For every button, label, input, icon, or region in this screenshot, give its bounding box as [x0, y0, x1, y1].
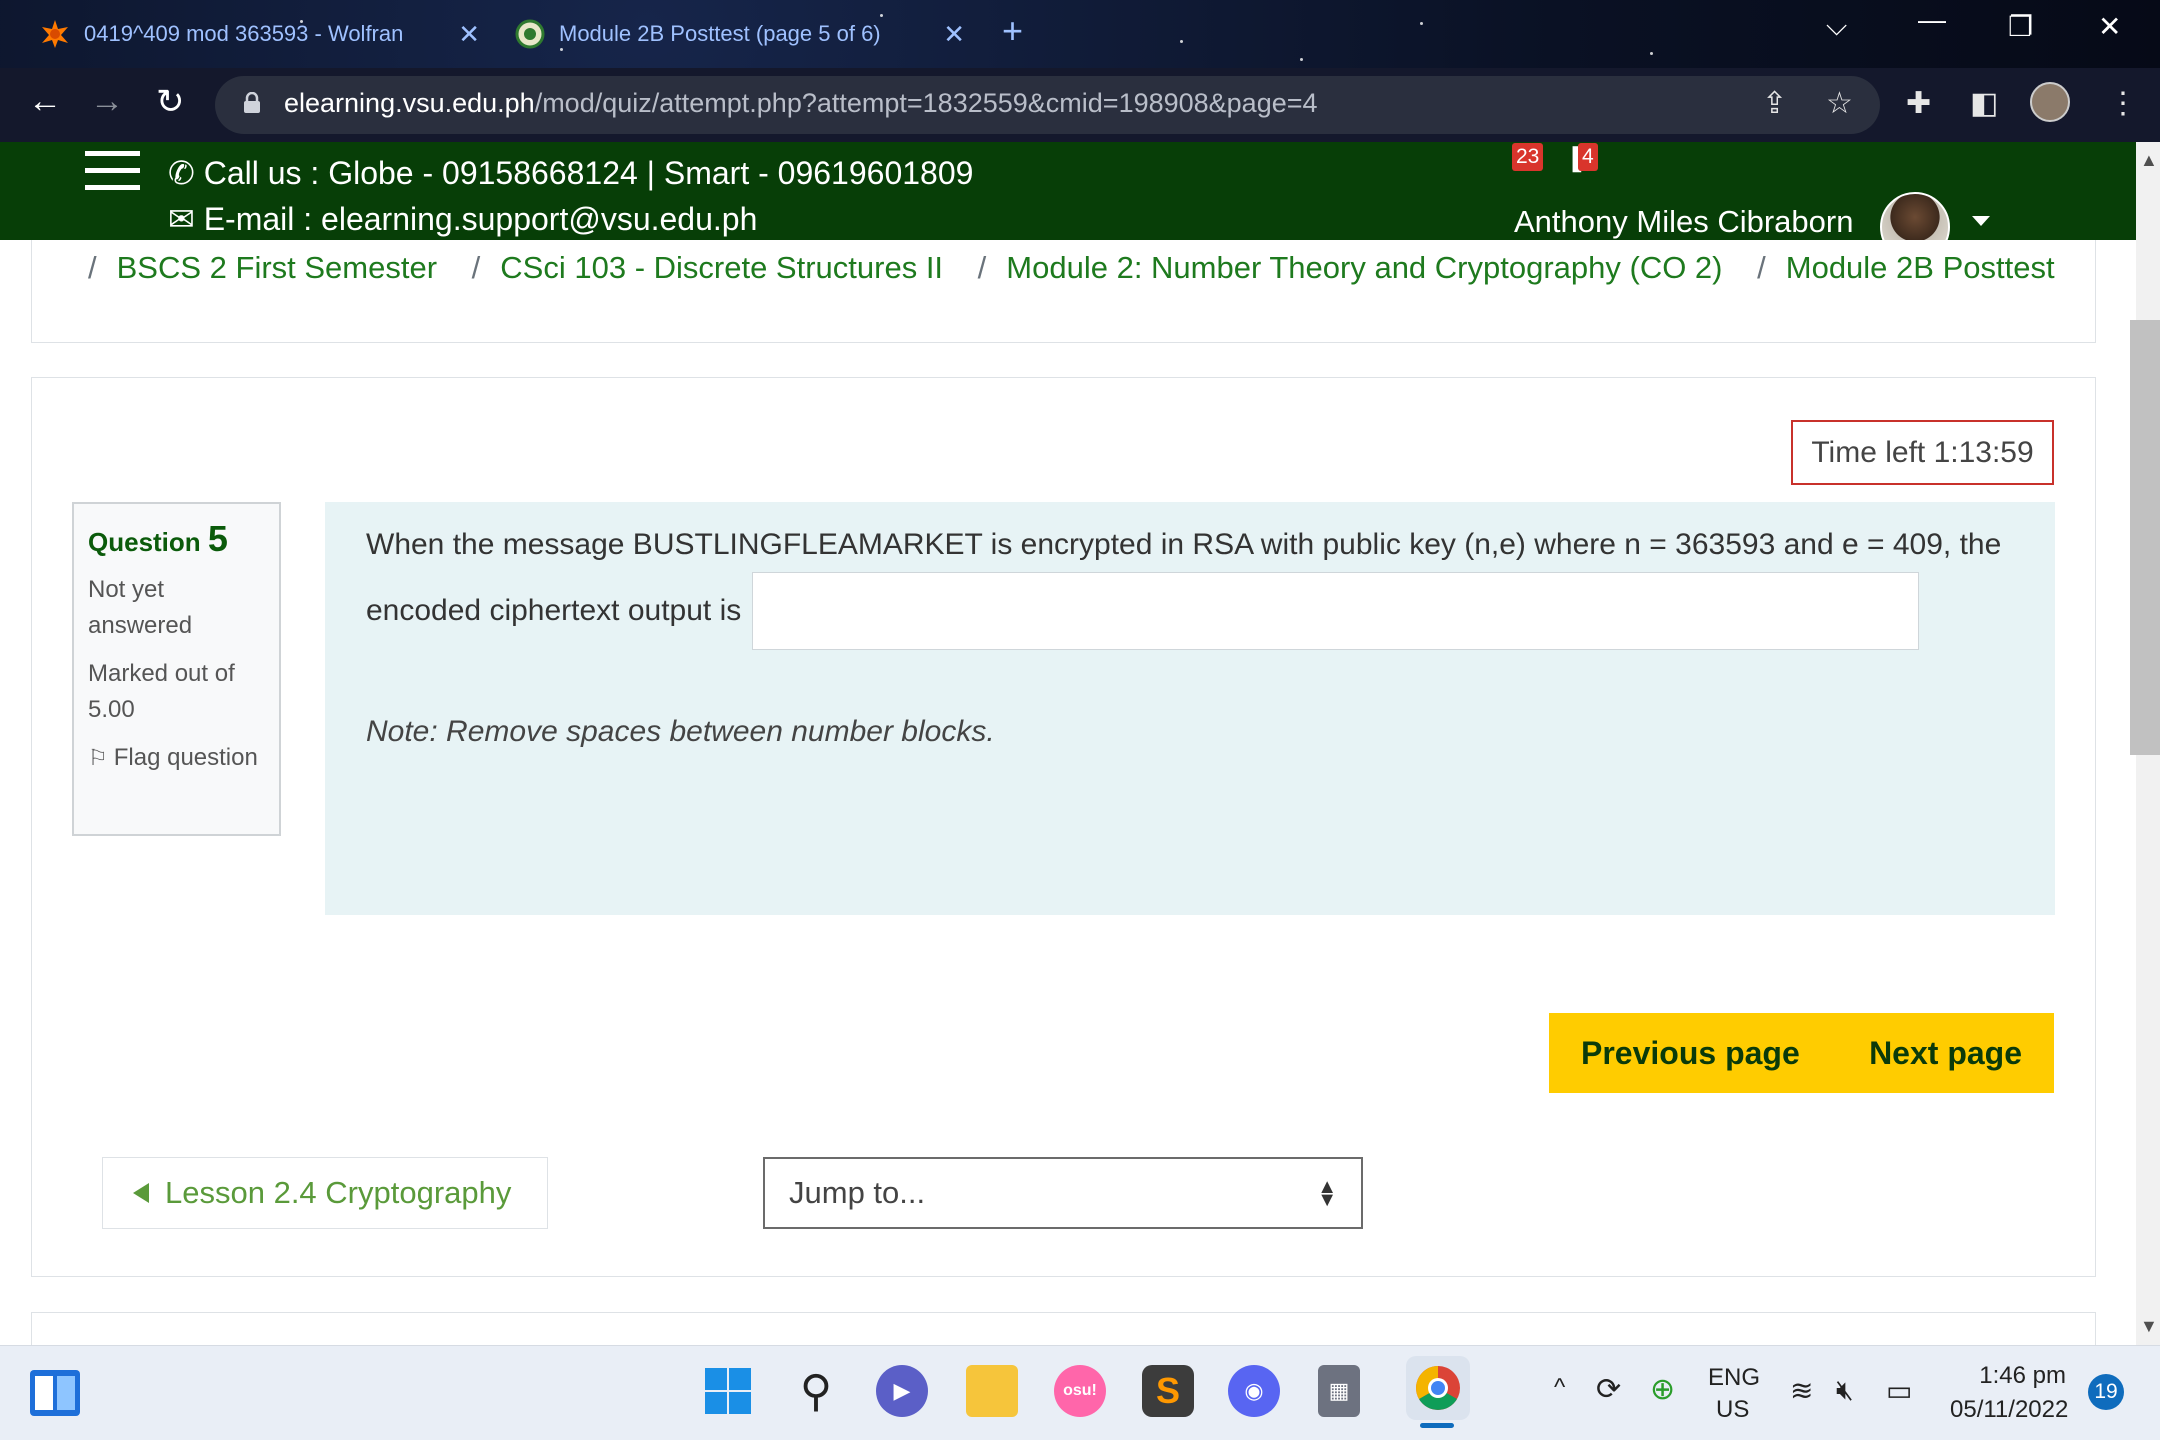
- discord-icon[interactable]: ◉: [1228, 1365, 1280, 1417]
- question-marks: Marked out of 5.00: [88, 660, 235, 723]
- tab-wolfram[interactable]: 0419^409 mod 363593 - Wolfran ✕: [40, 12, 480, 56]
- question-text-panel: [325, 502, 2055, 915]
- breadcrumb: / BSCS 2 First Semester / CSci 103 - Discr…: [88, 250, 2055, 285]
- question-text-line-1: When the message BUSTLINGFLEAMARKET is e…: [366, 528, 2002, 561]
- scroll-down-arrow-icon[interactable]: ▼: [2140, 1316, 2158, 1337]
- new-tab-icon[interactable]: +: [1002, 10, 1023, 52]
- close-window-icon[interactable]: ✕: [2098, 10, 2121, 43]
- osu-icon[interactable]: osu!: [1054, 1365, 1106, 1417]
- widgets-icon[interactable]: [30, 1370, 80, 1416]
- chrome-icon[interactable]: [1406, 1356, 1470, 1420]
- file-explorer-icon[interactable]: [966, 1365, 1018, 1417]
- user-menu-caret-icon[interactable]: [1972, 216, 1990, 226]
- left-triangle-icon: [133, 1183, 149, 1203]
- page-navigation: Previous page Next page: [1549, 1013, 2054, 1093]
- plus-circle-icon[interactable]: ⊕: [1650, 1372, 1675, 1407]
- language-indicator[interactable]: ENG US: [1708, 1364, 1760, 1424]
- question-label: Question: [88, 527, 201, 557]
- question-number: Question 5: [88, 518, 265, 560]
- flag-icon: ⚐: [88, 745, 108, 770]
- flag-question-button[interactable]: ⚐ Flag question: [88, 740, 265, 776]
- notification-count-badge[interactable]: 19: [2088, 1374, 2124, 1410]
- calculator-icon[interactable]: ▦: [1318, 1365, 1360, 1417]
- meet-icon[interactable]: ▶: [876, 1365, 928, 1417]
- tab-module-posttest[interactable]: Module 2B Posttest (page 5 of 6) ✕: [515, 12, 965, 56]
- select-arrows-icon: ▲ ▼: [1317, 1176, 1337, 1211]
- clock[interactable]: 1:46 pm 05/11/2022: [1950, 1362, 2069, 1424]
- vsu-seal-icon: [515, 19, 545, 49]
- region-code: US: [1716, 1396, 1750, 1423]
- url-domain: elearning.vsu.edu.ph: [284, 88, 535, 118]
- back-arrow-icon[interactable]: ←: [28, 82, 62, 121]
- browser-menu-icon[interactable]: ⋮: [2108, 86, 2138, 121]
- breadcrumb-item[interactable]: Module 2: Number Theory and Cryptography…: [1006, 250, 1722, 285]
- messages-badge[interactable]: 4: [1578, 143, 1598, 171]
- envelope-icon: ✉: [168, 201, 195, 237]
- scrollbar-thumb[interactable]: [2130, 320, 2160, 755]
- tab-title: 0419^409 mod 363593 - Wolfran: [84, 21, 404, 46]
- email-text: E-mail : elearning.support@vsu.edu.ph: [203, 201, 758, 237]
- hamburger-menu-icon[interactable]: [85, 151, 140, 191]
- show-hidden-icons-icon[interactable]: ^: [1554, 1374, 1565, 1402]
- tab-title: Module 2B Posttest (page 5 of 6): [559, 21, 881, 46]
- question-text-line-2: encoded ciphertext output is: [366, 594, 742, 627]
- jump-to-select[interactable]: Jump to... ▲ ▼: [763, 1157, 1363, 1229]
- side-panel-icon[interactable]: ◧: [1970, 86, 1998, 121]
- breadcrumb-item[interactable]: CSci 103 - Discrete Structures II: [500, 250, 943, 285]
- answer-input[interactable]: [752, 572, 1919, 650]
- url-path: /mod/quiz/attempt.php?attempt=1832559&cm…: [534, 88, 1318, 118]
- close-tab-icon[interactable]: ✕: [458, 19, 480, 50]
- previous-page-button[interactable]: Previous page: [1581, 1035, 1800, 1072]
- question-note: Note: Remove spaces between number block…: [366, 715, 995, 748]
- search-icon[interactable]: ⚲: [790, 1365, 842, 1417]
- time-left-timer: Time left 1:13:59: [1791, 420, 2054, 485]
- flag-label: Flag question: [113, 744, 258, 771]
- phone-icon: ✆: [168, 155, 195, 191]
- call-us-line: ✆ Call us : Globe - 09158668124 | Smart …: [168, 154, 973, 192]
- email-line: ✉ E-mail : elearning.support@vsu.edu.ph: [168, 200, 757, 238]
- battery-icon[interactable]: ▭: [1886, 1374, 1912, 1407]
- next-page-button[interactable]: Next page: [1869, 1035, 2022, 1072]
- restore-icon[interactable]: ❐: [2008, 10, 2033, 43]
- extensions-puzzle-icon[interactable]: ✚: [1906, 86, 1931, 121]
- notifications-badge[interactable]: 23: [1512, 143, 1544, 171]
- question-info-panel: Question 5 Not yet answered Marked out o…: [72, 502, 281, 836]
- minimize-icon[interactable]: —: [1918, 4, 1946, 36]
- volume-muted-icon[interactable]: 🔇︎: [1836, 1374, 1854, 1407]
- clock-time: 1:46 pm: [1979, 1362, 2066, 1389]
- bookmark-star-icon[interactable]: ☆: [1826, 86, 1853, 121]
- jump-to-label: Jump to...: [789, 1175, 926, 1210]
- language-code: ENG: [1708, 1364, 1761, 1391]
- breadcrumb-item[interactable]: Module 2B Posttest: [1786, 250, 2055, 285]
- user-name[interactable]: Anthony Miles Cibraborn: [1514, 204, 1853, 240]
- call-us-text: Call us : Globe - 09158668124 | Smart - …: [203, 155, 974, 191]
- breadcrumb-item[interactable]: BSCS 2 First Semester: [117, 250, 437, 285]
- wifi-icon[interactable]: ≋: [1790, 1374, 1813, 1407]
- forward-arrow-icon[interactable]: →: [90, 82, 124, 121]
- windows-start-icon[interactable]: [702, 1365, 754, 1417]
- wolfram-star-icon: [42, 20, 68, 48]
- question-number-value: 5: [207, 518, 228, 559]
- share-icon[interactable]: ⇪: [1762, 86, 1787, 121]
- close-tab-icon[interactable]: ✕: [943, 19, 965, 50]
- tab-search-chevron-icon[interactable]: ⌵: [1826, 10, 1847, 43]
- previous-activity-label: Lesson 2.4 Cryptography: [165, 1175, 512, 1210]
- sync-icon[interactable]: ⟳: [1596, 1372, 1621, 1407]
- lock-icon: [244, 92, 260, 113]
- active-app-indicator: [1420, 1423, 1454, 1428]
- previous-activity-link[interactable]: Lesson 2.4 Cryptography: [102, 1157, 548, 1229]
- profile-avatar-icon[interactable]: [2030, 82, 2070, 122]
- clock-date: 05/11/2022: [1950, 1396, 2069, 1423]
- url-text[interactable]: elearning.vsu.edu.ph/mod/quiz/attempt.ph…: [284, 88, 1318, 119]
- reload-icon[interactable]: ↻: [156, 82, 185, 122]
- question-status: Not yet answered: [88, 576, 193, 639]
- scroll-up-arrow-icon[interactable]: ▲: [2140, 150, 2158, 171]
- sublime-text-icon[interactable]: S: [1142, 1365, 1194, 1417]
